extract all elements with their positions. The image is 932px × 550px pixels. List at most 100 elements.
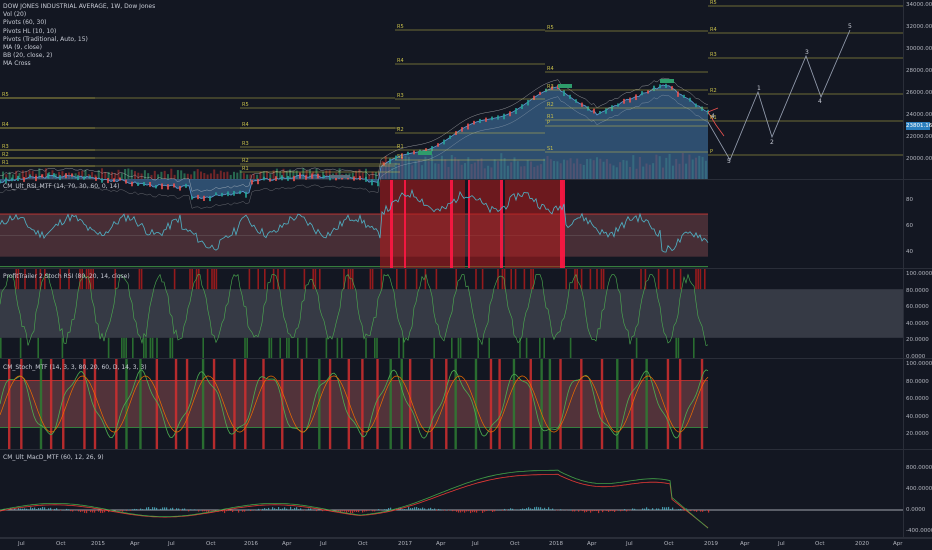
candle — [167, 184, 169, 190]
pivot-label: R1 — [2, 160, 9, 166]
macd-histogram-bar — [572, 510, 574, 512]
candle — [365, 176, 367, 182]
stochrsi-overbought-bar — [640, 269, 642, 290]
pivot-label: R3 — [242, 141, 249, 147]
candle — [473, 120, 475, 125]
pivot-high-tag — [660, 79, 674, 83]
macd-histogram-bar — [642, 508, 644, 510]
stochrsi-oversold-bar — [37, 337, 39, 358]
stochrsi-oversold-bar — [305, 337, 308, 358]
candle — [617, 103, 619, 107]
rsi-pane-label[interactable]: CM_Ult_RSI_MTF (14, 70, 30, 60, 0, 14) — [3, 183, 119, 190]
indicator-ma[interactable]: MA (9, close) — [3, 44, 155, 52]
macd-histogram-bar — [526, 508, 528, 510]
rsi-signal-bar — [404, 180, 406, 268]
macd-histogram-bar — [274, 508, 276, 510]
macd-histogram-bar — [622, 510, 624, 511]
chart-canvas[interactable] — [0, 0, 932, 550]
candle — [701, 106, 703, 111]
candle — [461, 127, 463, 132]
macd-histogram-bar — [96, 510, 98, 511]
pivot-label: S1 — [397, 154, 404, 160]
stoch-signal-bar — [666, 359, 670, 449]
macd-histogram-bar — [180, 510, 182, 511]
candle — [197, 194, 199, 200]
macd-histogram-bar — [38, 507, 40, 510]
macd-histogram-bar — [538, 507, 540, 510]
pivot-label: R3 — [397, 93, 404, 99]
macd-histogram-bar — [34, 507, 36, 510]
stochrsi-overbought-bar — [679, 269, 682, 290]
macd-histogram-bar — [612, 510, 614, 512]
stoch-pane-label[interactable]: CM_Stoch_MTF (14, 3, 3, 80, 20, 60, D, 1… — [3, 364, 147, 371]
stochrsi-oversold-bar — [143, 337, 145, 358]
macd-histogram-bar — [78, 510, 80, 512]
volume-bar — [186, 173, 189, 179]
volume-bar — [371, 171, 374, 179]
time-axis-label: Jul — [778, 541, 785, 547]
macd-histogram-bar — [604, 510, 606, 511]
stoch-signal-bar — [430, 359, 433, 449]
macd-histogram-bar — [478, 510, 480, 511]
stochrsi-oversold-bar — [0, 337, 2, 358]
macd-histogram-bar — [20, 508, 22, 510]
candle — [683, 94, 685, 98]
stochrsi-oversold-bar — [244, 337, 246, 358]
macd-histogram-bar — [24, 508, 26, 510]
candle — [71, 173, 73, 177]
macd-histogram-bar — [482, 510, 484, 513]
stoch-rsi-pane-label[interactable]: ProfitTrailer 2 Stoch RSI (80, 20, 14, c… — [3, 273, 130, 280]
macd-histogram-bar — [404, 509, 406, 510]
macd-histogram-bar — [44, 507, 46, 510]
volume-bar — [193, 171, 196, 179]
stochrsi-oversold-bar — [677, 337, 680, 358]
macd-histogram-bar — [628, 510, 630, 511]
macd-histogram-bar — [276, 509, 278, 510]
stoch-signal-bar — [62, 359, 65, 449]
macd-histogram-bar — [42, 506, 44, 510]
stoch-signal-bar — [300, 359, 304, 449]
macd-histogram-bar — [362, 510, 364, 513]
macd-histogram-bar — [278, 507, 280, 510]
macd-histogram-bar — [668, 506, 670, 510]
volume-bar — [272, 170, 275, 179]
macd-pane-label[interactable]: CM_Ult_MacD_MTF (60, 12, 26, 9) — [3, 454, 104, 461]
indicator-ma-cross[interactable]: MA Cross — [3, 60, 155, 68]
pivot-label: R3 — [710, 52, 717, 58]
price-axis-label: 40.0000 — [906, 413, 929, 420]
stochrsi-overbought-bar — [574, 269, 576, 290]
indicator-vol[interactable]: Vol (20) — [3, 11, 155, 19]
macd-histogram-bar — [156, 507, 158, 510]
candle — [599, 110, 601, 115]
stochrsi-overbought-bar — [699, 269, 702, 290]
macd-histogram-bar — [472, 510, 474, 513]
candle — [515, 108, 517, 115]
time-axis-label: Oct — [56, 541, 66, 547]
volume-bar — [137, 172, 140, 179]
stochrsi-overbought-bar — [380, 269, 383, 290]
stochrsi-oversold-bar — [123, 337, 125, 358]
volume-bar — [223, 172, 226, 179]
macd-histogram-bar — [594, 510, 596, 511]
stoch-signal-bar — [39, 359, 43, 449]
macd-histogram-bar — [424, 508, 426, 510]
macd-histogram-bar — [164, 507, 166, 510]
indicator-bb[interactable]: BB (20, close, 2) — [3, 52, 155, 60]
candle — [563, 90, 565, 97]
stochrsi-oversold-bar — [459, 337, 462, 358]
indicator-pivots-hl[interactable]: Pivots HL (10, 10) — [3, 28, 155, 36]
chart-title[interactable]: DOW JONES INDUSTRIAL AVERAGE, 1W, Dow Jo… — [3, 3, 155, 11]
stochrsi-overbought-bar — [283, 269, 286, 290]
macd-histogram-bar — [132, 509, 134, 510]
stoch-signal-bar — [678, 359, 682, 449]
macd-histogram-bar — [492, 510, 494, 512]
macd-histogram-bar — [296, 507, 298, 510]
indicator-pivots-traditional[interactable]: Pivots (Traditional, Auto, 15) — [3, 36, 155, 44]
stochrsi-oversold-bar — [151, 337, 154, 358]
time-axis-label: Jul — [472, 541, 479, 547]
stochrsi-overbought-bar — [415, 269, 418, 290]
stoch-signal-bar — [139, 359, 142, 449]
stochrsi-oversold-bar — [268, 337, 270, 358]
candle — [299, 173, 301, 179]
indicator-pivots[interactable]: Pivots (60, 30) — [3, 19, 155, 27]
